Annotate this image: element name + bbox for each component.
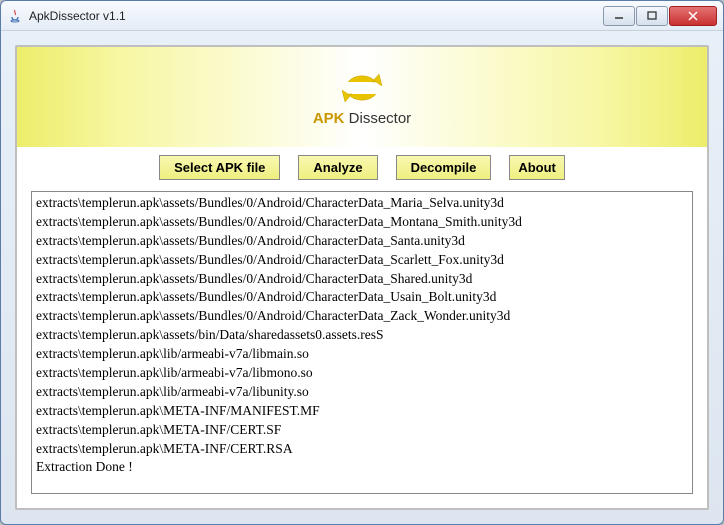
select-apk-button[interactable]: Select APK file: [159, 155, 280, 180]
output-line: extracts\templerun.apk\assets/Bundles/0/…: [36, 194, 688, 213]
output-line: Extraction Done !: [36, 458, 688, 477]
output-line: extracts\templerun.apk\assets/Bundles/0/…: [36, 270, 688, 289]
java-icon: [7, 8, 23, 24]
output-container: extracts\templerun.apk\assets/Bundles/0/…: [31, 191, 693, 494]
output-line: extracts\templerun.apk\assets/Bundles/0/…: [36, 307, 688, 326]
output-line: extracts\templerun.apk\META-INF/MANIFEST…: [36, 402, 688, 421]
logo-text: APK Dissector: [313, 110, 411, 127]
titlebar[interactable]: ApkDissector v1.1: [1, 1, 723, 31]
output-line: extracts\templerun.apk\assets/Bundles/0/…: [36, 251, 688, 270]
banner: APK Dissector: [17, 47, 707, 147]
app-window: ApkDissector v1.1 APK Dissector: [0, 0, 724, 525]
output-line: extracts\templerun.apk\assets/Bundles/0/…: [36, 288, 688, 307]
output-line: extracts\templerun.apk\assets/Bundles/0/…: [36, 213, 688, 232]
refresh-arrows-icon: [338, 68, 386, 108]
logo-suffix: Dissector: [344, 110, 411, 127]
output-line: extracts\templerun.apk\META-INF/CERT.SF: [36, 421, 688, 440]
window-title: ApkDissector v1.1: [29, 9, 603, 23]
main-panel: APK Dissector Select APK file Analyze De…: [15, 45, 709, 510]
about-button[interactable]: About: [509, 155, 565, 180]
output-textarea[interactable]: extracts\templerun.apk\assets/Bundles/0/…: [32, 192, 692, 493]
minimize-button[interactable]: [603, 6, 635, 26]
output-line: extracts\templerun.apk\lib/armeabi-v7a/l…: [36, 345, 688, 364]
output-line: extracts\templerun.apk\lib/armeabi-v7a/l…: [36, 364, 688, 383]
maximize-button[interactable]: [636, 6, 668, 26]
logo-prefix: APK: [313, 110, 345, 127]
output-line: extracts\templerun.apk\assets/bin/Data/s…: [36, 326, 688, 345]
output-line: extracts\templerun.apk\assets/Bundles/0/…: [36, 232, 688, 251]
analyze-button[interactable]: Analyze: [298, 155, 377, 180]
client-area: APK Dissector Select APK file Analyze De…: [1, 31, 723, 524]
window-controls: [603, 6, 717, 26]
close-button[interactable]: [669, 6, 717, 26]
decompile-button[interactable]: Decompile: [396, 155, 492, 180]
output-line: extracts\templerun.apk\META-INF/CERT.RSA: [36, 440, 688, 459]
output-line: extracts\templerun.apk\lib/armeabi-v7a/l…: [36, 383, 688, 402]
toolbar: Select APK file Analyze Decompile About: [17, 147, 707, 187]
